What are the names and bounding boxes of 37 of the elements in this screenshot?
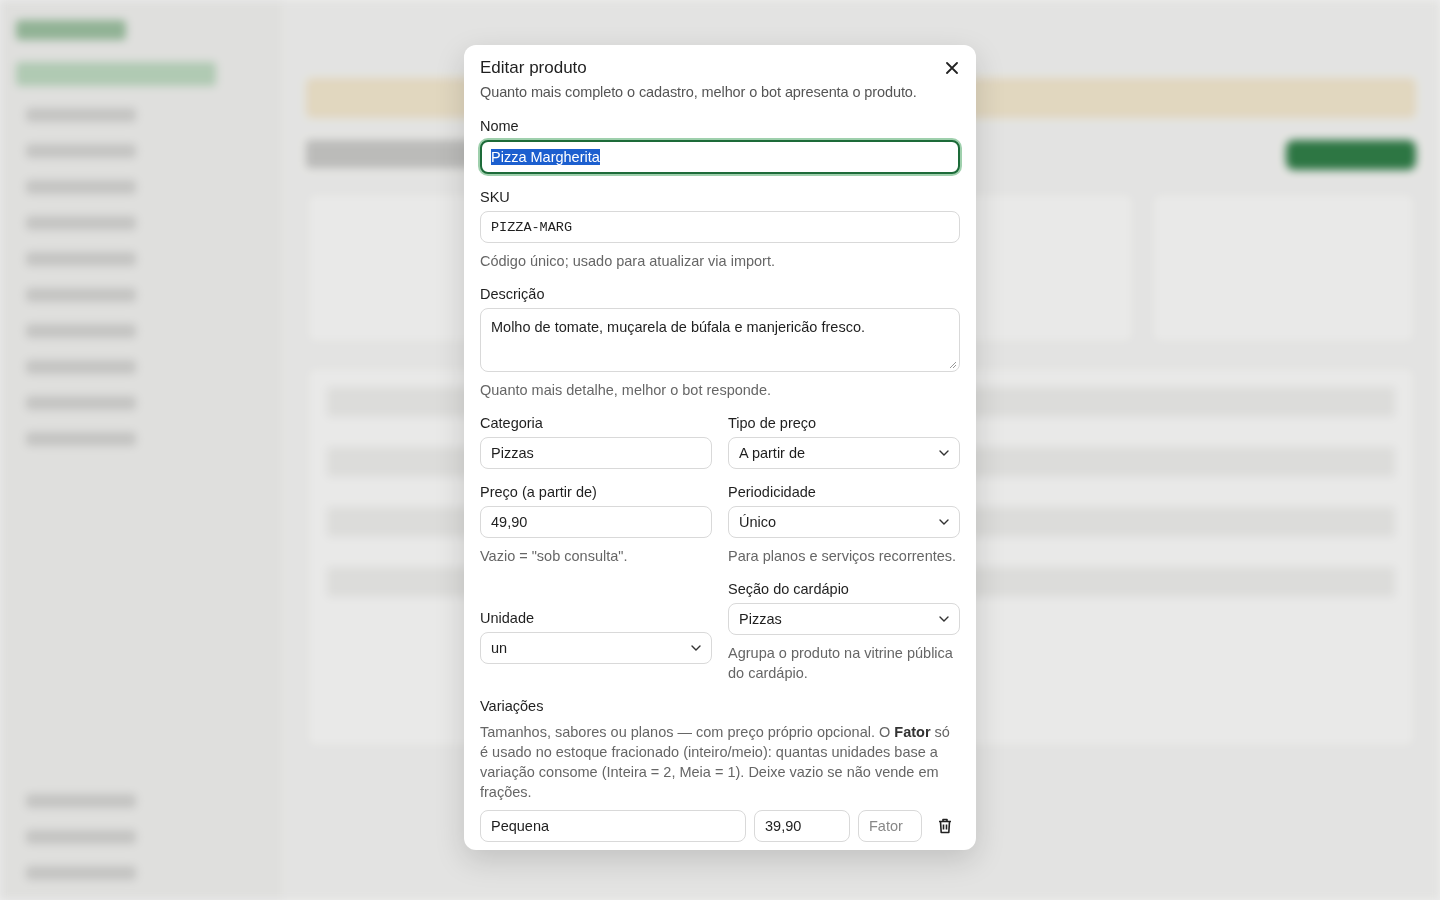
dialog-title: Editar produto [480,58,587,78]
close-icon[interactable] [946,62,958,74]
variations-hint: Tamanhos, sabores ou planos — com preço próprio opcional. O Fator só é usado no estoque fracionado (inteiro/meio): quantas unidades base a variação consome (Inteira = 2, Meia = 1). Deixe vazio se não vende em frações. [480,723,951,802]
input-field[interactable]: PIZZA-MARG [480,211,960,243]
field-hint: Código único; usado para atualizar via import. [480,252,776,271]
field-label: Categoria [480,415,544,431]
chevron-down-icon [939,616,949,622]
field-label: Periodicidade [728,484,817,500]
field-label: Seção do cardápio [728,581,850,597]
select-field[interactable]: un [480,632,712,664]
select-field[interactable]: Pizzas [728,603,960,635]
variation-price-field[interactable]: 39,90 [754,810,850,842]
field-label: SKU [480,189,511,205]
dialog-subtitle: Quanto mais completo o cadastro, melhor o bot apresenta o produto. [480,84,918,100]
field-hint: Vazio = "sob consulta". [480,547,629,566]
field-label: Preço (a partir de) [480,484,598,500]
input-field[interactable]: 49,90 [480,506,712,538]
variation-name-field[interactable]: Pequena [480,810,746,842]
field-hint: Agrupa o produto na vitrine pública do cardápio. [728,644,954,683]
field-label: Descrição [480,286,546,302]
chevron-down-icon [939,450,949,456]
delete-icon[interactable] [938,818,952,834]
field-hint: Para planos e serviços recorrentes. [728,547,958,566]
factor-field[interactable]: Fator [858,810,922,842]
chevron-down-icon [939,519,949,525]
field-label: Nome [480,118,520,134]
field-hint: Quanto mais detalhe, melhor o bot responde. [480,381,772,400]
field-label: Unidade [480,610,535,626]
select-field[interactable]: Único [728,506,960,538]
chevron-down-icon [691,645,701,651]
field-label: Variações [480,698,545,714]
field-label: Tipo de preço [728,415,818,431]
input-field[interactable]: Pizza Margherita [480,140,960,174]
textarea-field[interactable]: Molho de tomate, muçarela de búfala e manjericão fresco. [480,308,960,372]
select-field[interactable]: A partir de [728,437,960,469]
resize-handle-icon[interactable] [949,361,957,369]
input-field[interactable]: Pizzas [480,437,712,469]
